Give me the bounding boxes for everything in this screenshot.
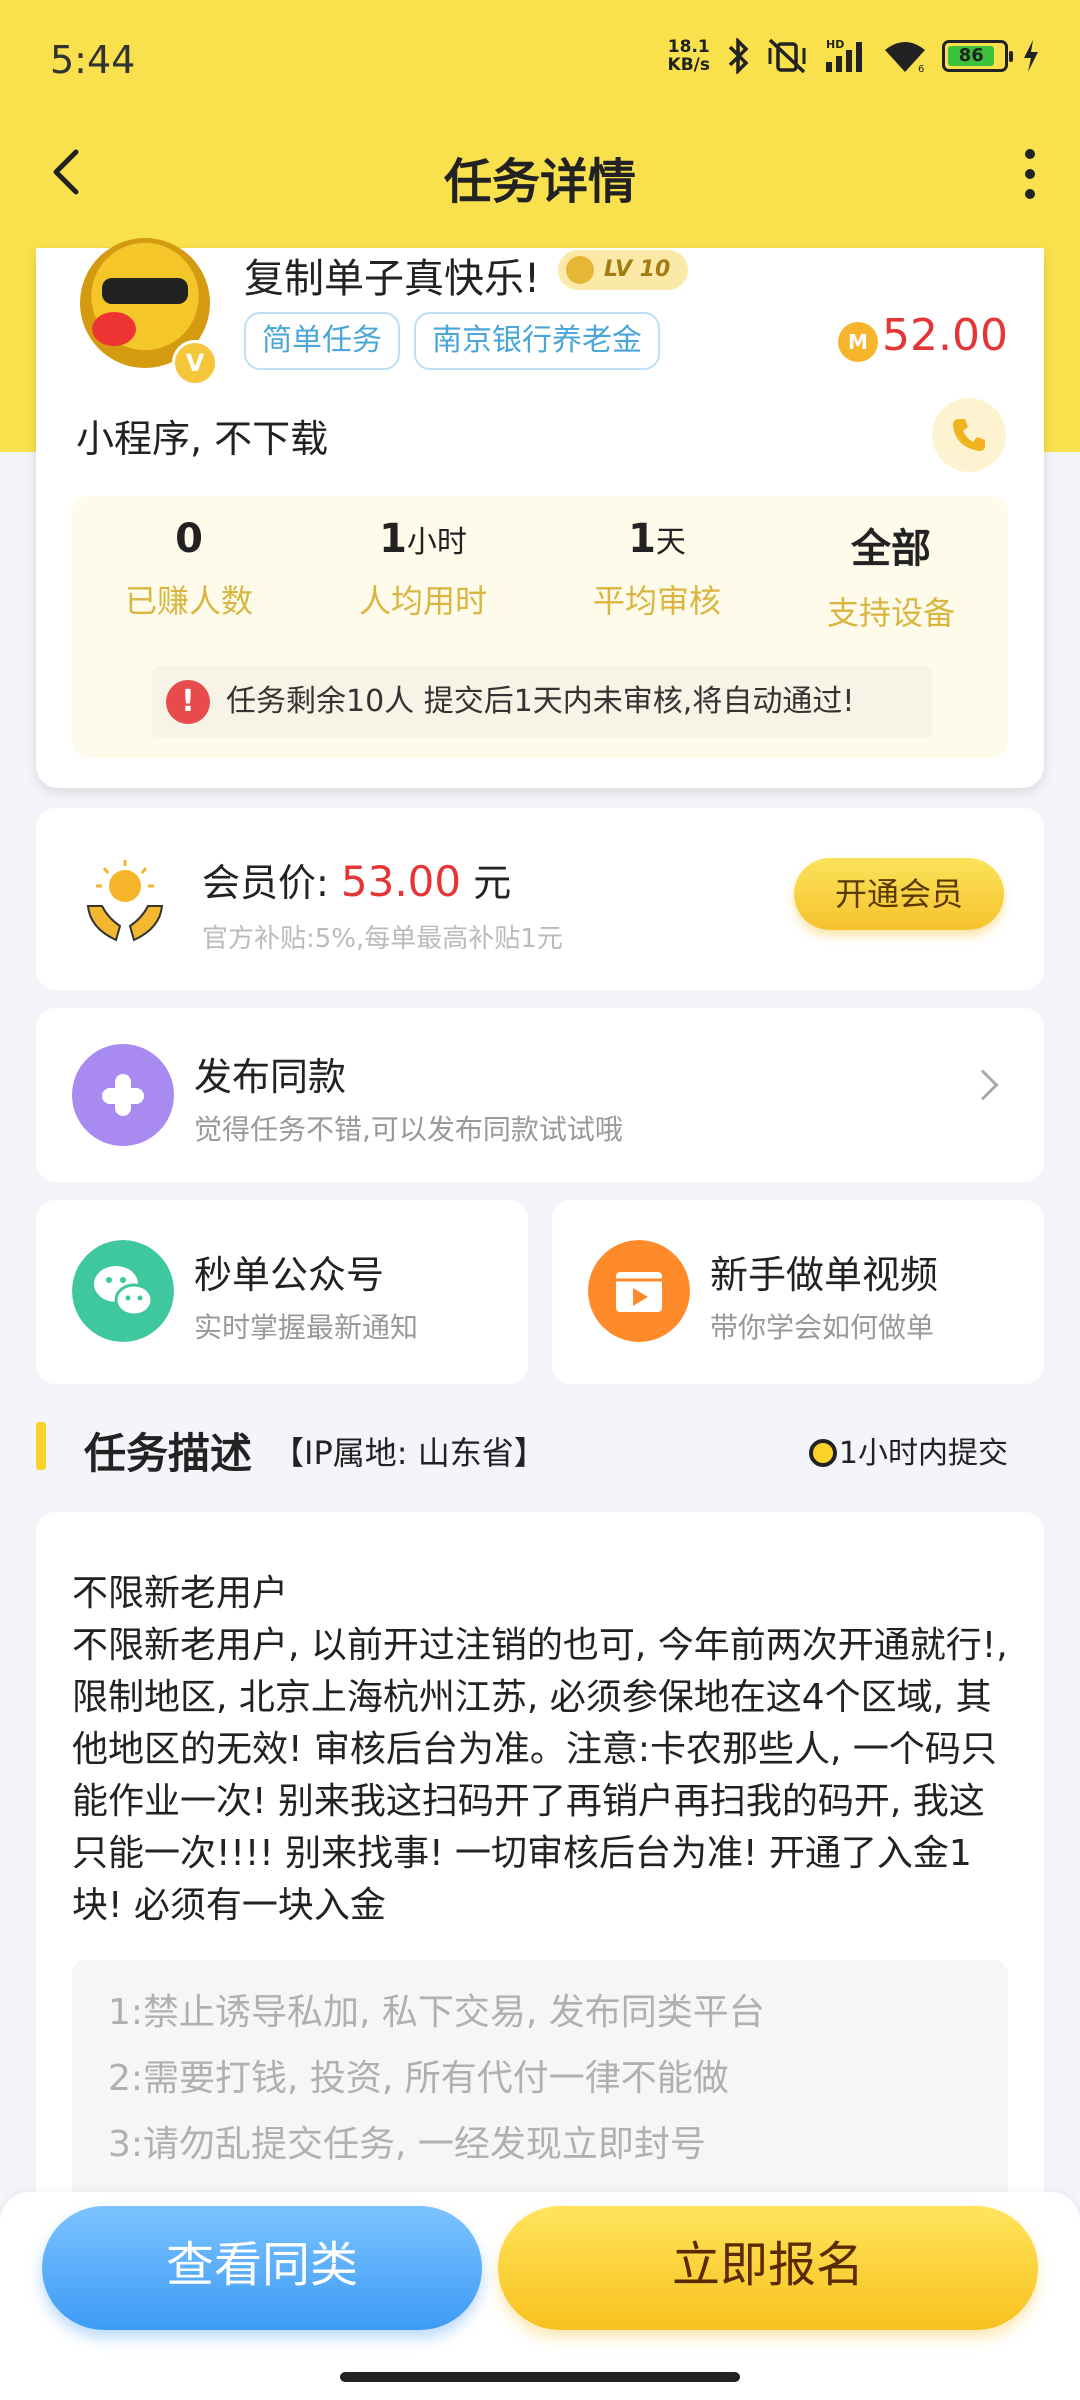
task-name: 复制单子真快乐!: [244, 256, 541, 302]
battery-icon: 86: [942, 40, 1013, 72]
signup-button[interactable]: 立即报名: [498, 2206, 1038, 2330]
more-dot-icon: [1025, 169, 1035, 179]
view-similar-button[interactable]: 查看同类: [42, 2206, 482, 2330]
publish-title: 发布同款: [194, 1055, 347, 1099]
tag-simple-task: 简单任务: [244, 312, 400, 370]
description-text: 不限新老用户 不限新老用户, 以前开过注销的也可, 今年前两次开通就行!, 限制…: [72, 1573, 1008, 1926]
task-reward: 52.00: [882, 310, 1008, 361]
rule-item: 3:请勿乱提交任务, 一经发现立即封号: [108, 2124, 706, 2165]
status-time: 5:44: [50, 38, 136, 82]
video-icon: [588, 1240, 690, 1342]
stat-review: 1天 平均审核: [592, 516, 721, 620]
alert-icon: !: [166, 680, 210, 724]
phone-button[interactable]: [932, 398, 1006, 472]
task-card: V 复制单子真快乐! LV 10 简单任务 南京银行养老金 M 52.00 小程…: [36, 238, 1044, 788]
more-dot-icon: [1025, 149, 1035, 159]
vip-badge-icon: V: [172, 340, 218, 386]
plus-icon: [72, 1044, 174, 1146]
member-price-label: 会员价: 53.00 元: [202, 857, 512, 906]
status-bar: 5:44 18.1 KB/s HD 6 86: [0, 0, 1080, 120]
bottom-action-bar: 查看同类 立即报名: [0, 2192, 1080, 2400]
video-card-title: 新手做单视频: [710, 1253, 939, 1297]
hands-sun-icon: [86, 860, 164, 942]
publish-same-card[interactable]: 发布同款 觉得任务不错,可以发布同款试试哦: [36, 1008, 1044, 1182]
submit-deadline: 1小时内提交: [808, 1428, 1008, 1472]
page-title: 任务详情: [443, 154, 636, 210]
wechat-icon: [72, 1240, 174, 1342]
publish-subtitle: 觉得任务不错,可以发布同款试试哦: [194, 1113, 623, 1146]
coin-icon: M: [838, 322, 878, 362]
charging-icon: [1024, 40, 1038, 72]
signal-icon: HD: [826, 38, 862, 72]
status-icons: 18.1 KB/s HD 6 86: [668, 38, 1040, 74]
more-options-button[interactable]: [1010, 144, 1050, 204]
network-speed: 18.1 KB/s: [667, 37, 710, 75]
stat-earned: 0 已赚人数: [124, 516, 253, 620]
wechat-card-subtitle: 实时掌握最新通知: [194, 1311, 419, 1344]
member-price: 53.00: [340, 857, 462, 906]
stat-devices: 全部 支持设备: [826, 526, 955, 632]
wechat-account-card[interactable]: 秒单公众号 实时掌握最新通知: [36, 1200, 528, 1384]
level-badge: LV 10: [558, 250, 689, 290]
avatar-lips: [92, 312, 136, 346]
bluetooth-icon: [728, 38, 749, 74]
stat-avg-time: 1小时 人均用时: [358, 516, 487, 620]
avatar-glasses: [102, 278, 188, 304]
home-indicator[interactable]: [340, 2372, 740, 2382]
clock-icon: [808, 1439, 837, 1467]
rule-item: 2:需要打钱, 投资, 所有代付一律不能做: [108, 2058, 729, 2099]
member-subsidy-text: 官方补贴:5%,每单最高补贴1元: [202, 924, 563, 954]
open-vip-button[interactable]: 开通会员: [794, 858, 1004, 930]
task-notice: ! 任务剩余10人 提交后1天内未审核,将自动通过!: [152, 666, 932, 738]
tag-bank: 南京银行养老金: [414, 312, 660, 370]
svg-text:HD: HD: [826, 38, 844, 51]
video-card-subtitle: 带你学会如何做单: [710, 1311, 935, 1344]
tutorial-video-card[interactable]: 新手做单视频 带你学会如何做单: [552, 1200, 1044, 1384]
app-bar: 任务详情: [0, 120, 1080, 230]
section-marker: [36, 1422, 46, 1470]
ip-location: 【IP属地: 山东省】: [272, 1434, 546, 1472]
description-header: 任务描述 【IP属地: 山东省】 1小时内提交: [36, 1420, 1044, 1480]
task-subtitle: 小程序, 不下载: [76, 417, 329, 461]
wifi-icon: 6: [885, 42, 925, 74]
member-price-card: 会员价: 53.00 元 官方补贴:5%,每单最高补贴1元 开通会员: [36, 808, 1044, 990]
rule-item: 1:禁止诱导私加, 私下交易, 发布同类平台: [108, 1992, 765, 2033]
battery-level: 86: [948, 46, 995, 66]
phone-icon: [953, 419, 985, 451]
svg-text:6: 6: [918, 64, 924, 74]
chevron-right-icon: [967, 1069, 999, 1101]
vibrate-off-icon: [768, 38, 806, 74]
wechat-card-title: 秒单公众号: [194, 1253, 385, 1297]
more-dot-icon: [1025, 189, 1035, 199]
stats-panel: 0 已赚人数 1小时 人均用时 1天 平均审核 全部 支持设备 ! 任务剩余10…: [72, 496, 1008, 758]
description-title: 任务描述: [84, 1429, 253, 1478]
